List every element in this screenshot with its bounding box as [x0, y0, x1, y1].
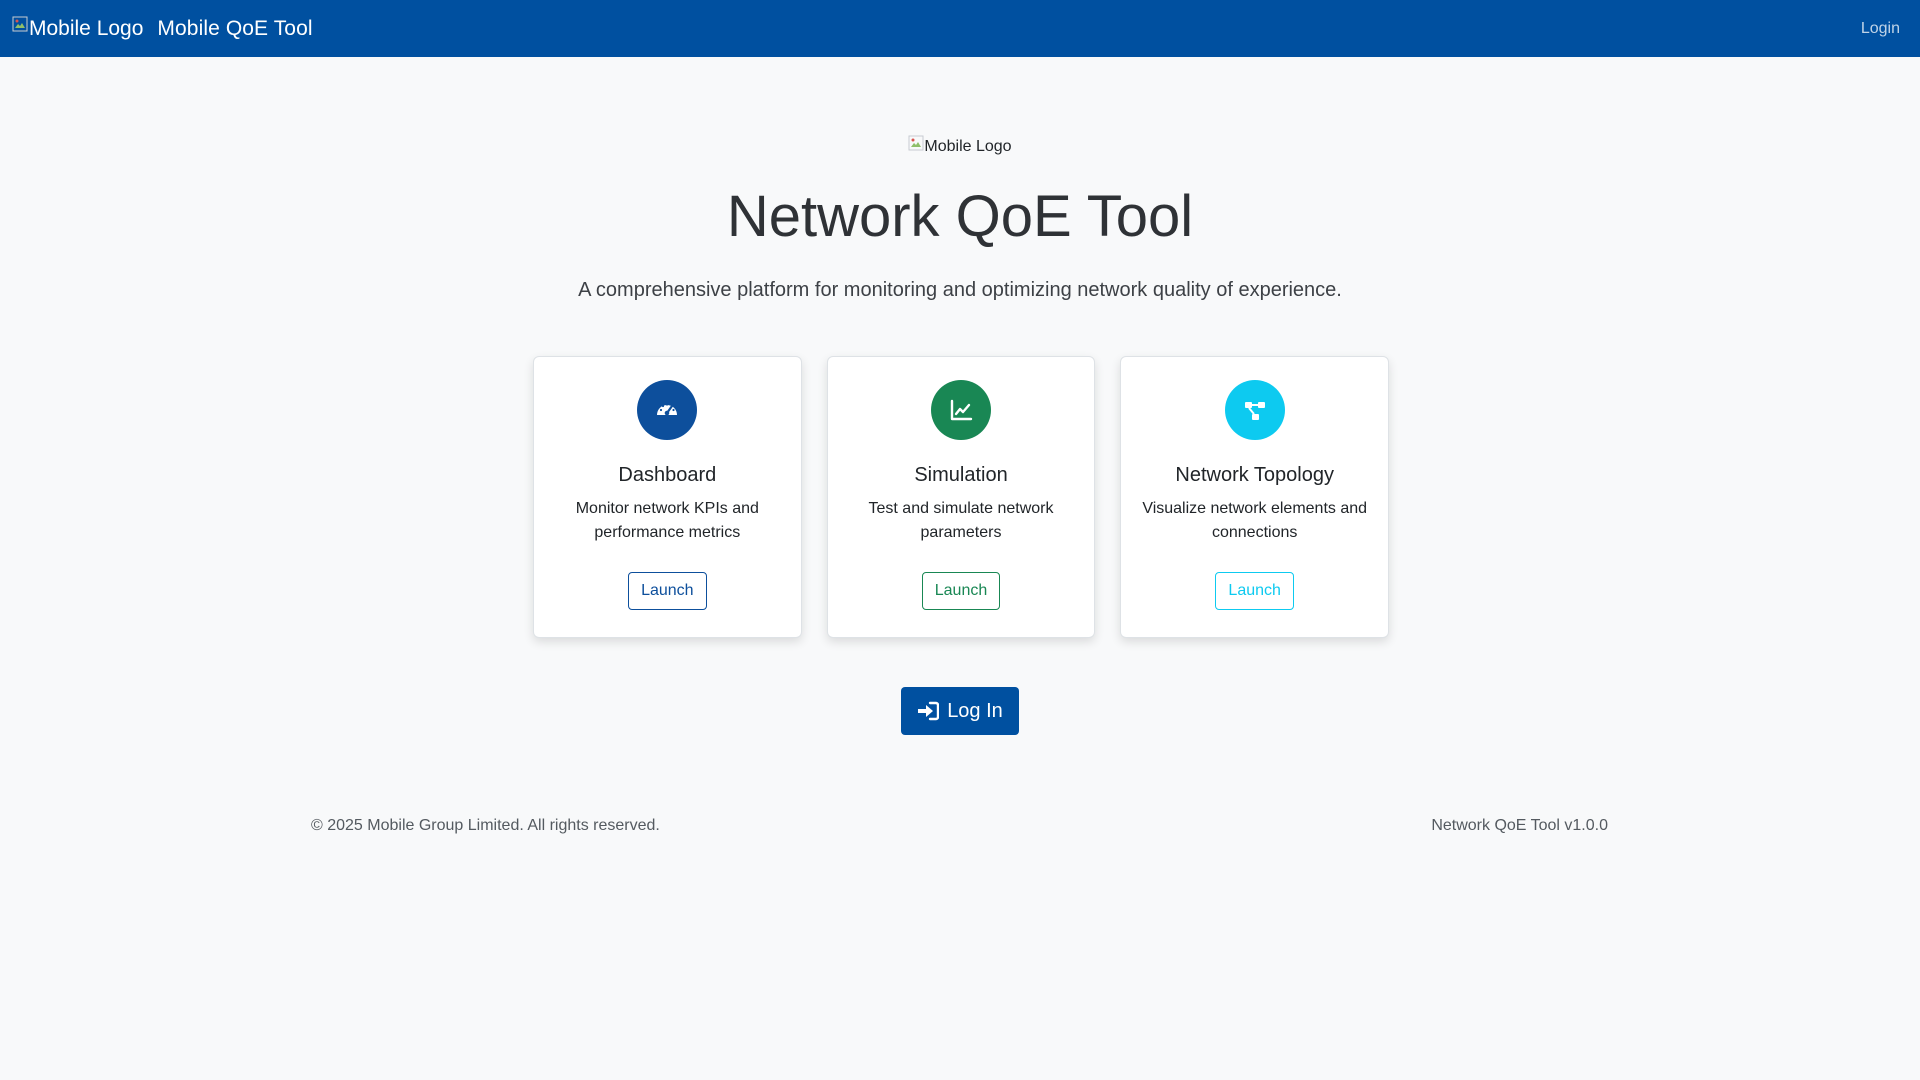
hero-logo-alt: Mobile Logo	[924, 138, 1012, 155]
feature-cards: Dashboard Monitor network KPIs and perfo…	[533, 356, 1390, 638]
card-network-topology: Network Topology Visualize network eleme…	[1120, 356, 1390, 638]
log-in-label: Log In	[947, 699, 1003, 722]
navbar: Mobile Logo Mobile QoE Tool Login	[0, 0, 1920, 57]
page-title: Network QoE Tool	[726, 184, 1194, 249]
launch-dashboard-button[interactable]: Launch	[628, 572, 707, 610]
card-title: Network Topology	[1175, 464, 1334, 486]
card-icon-circle	[637, 380, 698, 440]
navbar-logo[interactable]: Mobile Logo	[12, 16, 144, 41]
card-icon-circle	[931, 380, 991, 440]
app-title[interactable]: Mobile QoE Tool	[157, 17, 312, 41]
broken-image-icon	[908, 135, 924, 151]
navbar-brand[interactable]: Mobile Logo Mobile QoE Tool	[12, 16, 313, 41]
page-subtitle: A comprehensive platform for monitoring …	[578, 279, 1342, 301]
launch-simulation-button[interactable]: Launch	[921, 572, 1001, 610]
card-icon-circle	[1224, 380, 1285, 440]
footer-version: Network QoE Tool v1.0.0	[1431, 817, 1608, 834]
card-title: Simulation	[914, 464, 1008, 486]
line-chart-icon	[950, 399, 973, 421]
log-in-button[interactable]: Log In	[901, 687, 1019, 735]
card-description: Visualize network elements and connectio…	[1142, 500, 1368, 541]
card-title: Dashboard	[618, 464, 717, 486]
nav-login-link[interactable]: Login	[1861, 20, 1900, 38]
sign-in-icon	[918, 701, 940, 721]
card-dashboard: Dashboard Monitor network KPIs and perfo…	[533, 356, 802, 638]
speedometer-icon	[657, 403, 678, 416]
launch-topology-button[interactable]: Launch	[1215, 572, 1294, 610]
navbar-logo-alt: Mobile Logo	[29, 16, 144, 40]
diagram-icon	[1244, 402, 1265, 420]
footer-copyright: © 2025 Mobile Group Limited. All rights …	[311, 817, 660, 834]
card-description: Monitor network KPIs and performance met…	[575, 500, 759, 541]
hero-logo: Mobile Logo	[0, 135, 1920, 156]
card-description: Test and simulate network parameters	[868, 500, 1054, 541]
broken-image-icon	[12, 16, 28, 32]
card-simulation: Simulation Test and simulate network par…	[826, 356, 1096, 638]
